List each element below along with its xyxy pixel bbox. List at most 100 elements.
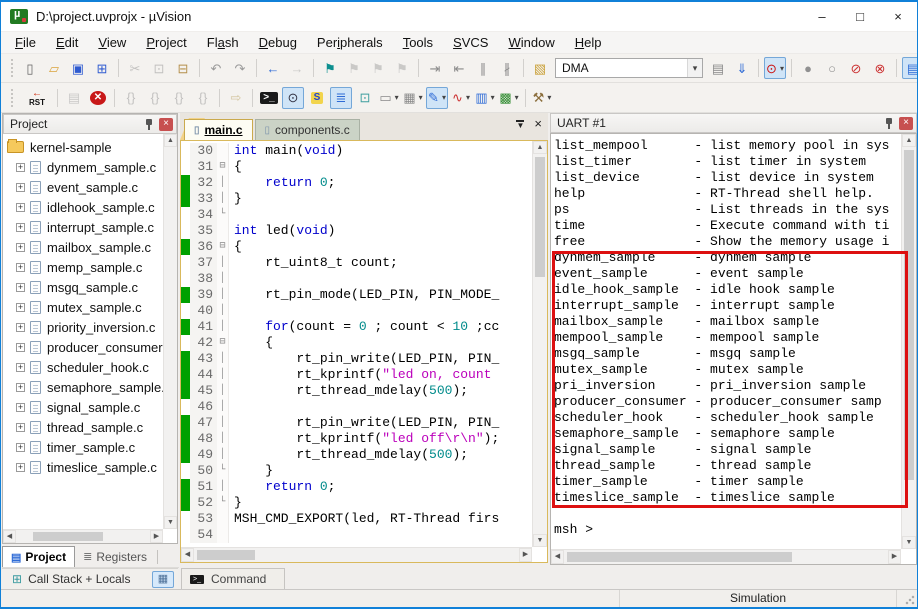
code-line[interactable]: 53 MSH_CMD_EXPORT(led, RT-Thread firs	[181, 511, 532, 527]
tree-root-kernel-sample[interactable]: kernel-sample	[3, 137, 163, 157]
chevron-down-icon[interactable]: ▾	[442, 93, 446, 102]
tree-item-signal_sample-c[interactable]: + signal_sample.c	[3, 397, 163, 417]
code-line[interactable]: 30 int main(void)	[181, 143, 532, 159]
indent-button[interactable]: ⇥	[424, 57, 446, 79]
scroll-right-icon[interactable]: ▶	[888, 550, 901, 564]
code-line[interactable]: 36 ⊟ {	[181, 239, 532, 255]
tree-item-timer_sample-c[interactable]: + timer_sample.c	[3, 437, 163, 457]
chevron-down-icon[interactable]: ▾	[419, 93, 423, 102]
resize-grip-icon[interactable]	[905, 595, 915, 605]
expand-icon[interactable]: +	[16, 362, 25, 372]
code-line[interactable]: 49 │ rt_thread_mdelay(500);	[181, 447, 532, 463]
reset-button[interactable]: ← RST	[22, 87, 52, 109]
scroll-left-icon[interactable]: ◀	[181, 548, 194, 562]
enable-breakpoint-button[interactable]: ○	[821, 57, 843, 79]
scroll-left-icon[interactable]: ◀	[3, 530, 16, 543]
close-document-icon[interactable]: ×	[534, 117, 542, 130]
menu-file[interactable]: File	[5, 32, 46, 54]
run-to-cursor-button[interactable]: {}	[192, 87, 214, 109]
menu-debug[interactable]: Debug	[249, 32, 307, 54]
toolbox-dropdown[interactable]: ⚒ ▾	[531, 87, 553, 109]
next-bookmark-button[interactable]: ⚑	[367, 57, 389, 79]
expand-icon[interactable]: +	[16, 242, 25, 252]
menu-help[interactable]: Help	[565, 32, 612, 54]
kill-all-breakpoints-button[interactable]: ⊗	[869, 57, 891, 79]
redo-button[interactable]: ↷	[229, 57, 251, 79]
registers-window-button[interactable]: ≣	[330, 86, 352, 109]
code-line[interactable]: 45 │ rt_thread_mdelay(500);	[181, 383, 532, 399]
code-line[interactable]: 35 int led(void)	[181, 223, 532, 239]
expand-icon[interactable]: +	[16, 382, 25, 392]
memory-window-icon[interactable]: ▦	[152, 570, 174, 588]
menu-svcs[interactable]: SVCS	[443, 32, 498, 54]
scrollbar-thumb[interactable]	[197, 550, 255, 560]
cut-button[interactable]: ✂	[124, 57, 146, 79]
code-line[interactable]: 54	[181, 527, 532, 543]
code-line[interactable]: 52 └}	[181, 495, 532, 511]
scrollbar-thumb[interactable]	[567, 552, 792, 562]
expand-icon[interactable]: +	[16, 282, 25, 292]
code-line[interactable]: 44 │ rt_kprintf("led on, count	[181, 367, 532, 383]
chevron-down-icon[interactable]: ▾	[466, 93, 470, 102]
scroll-up-icon[interactable]: ▲	[902, 134, 916, 147]
tree-item-mutex_sample-c[interactable]: + mutex_sample.c	[3, 297, 163, 317]
scroll-down-icon[interactable]: ▼	[533, 534, 547, 547]
analysis-windows-dropdown[interactable]: ∿ ▾	[450, 87, 472, 109]
menu-tools[interactable]: Tools	[393, 32, 443, 54]
expand-icon[interactable]: +	[16, 322, 25, 332]
tree-item-interrupt_sample-c[interactable]: + interrupt_sample.c	[3, 217, 163, 237]
serial-windows-dropdown[interactable]: ✎ ▾	[426, 86, 448, 109]
scroll-up-icon[interactable]: ▲	[533, 141, 547, 154]
editor-horizontal-scrollbar[interactable]: ◀ ▶	[181, 547, 532, 562]
fold-marker[interactable]: ⊟	[217, 335, 229, 351]
quick-search-dropdown[interactable]: ⊙ ▾	[764, 57, 786, 79]
editor-tab-components-c[interactable]: ▯ components.c	[254, 119, 360, 140]
tree-item-scheduler_hook-c[interactable]: + scheduler_hook.c	[3, 357, 163, 377]
tree-item-idlehook_sample-c[interactable]: + idlehook_sample.c	[3, 197, 163, 217]
scroll-down-icon[interactable]: ▼	[902, 536, 916, 549]
navigate-forward-button[interactable]: →	[286, 57, 308, 79]
expand-icon[interactable]: +	[16, 202, 25, 212]
code-line[interactable]: 31 ⊟ {	[181, 159, 532, 175]
tree-item-msgq_sample-c[interactable]: + msgq_sample.c	[3, 277, 163, 297]
step-button[interactable]: {}	[120, 87, 142, 109]
unindent-button[interactable]: ⇤	[448, 57, 470, 79]
scroll-right-icon[interactable]: ▶	[150, 530, 163, 543]
watch-windows-dropdown[interactable]: ▭ ▾	[378, 87, 400, 109]
show-next-statement-button[interactable]: ▤	[63, 87, 85, 109]
editor-tab-main-c[interactable]: ▯ main.c	[184, 119, 253, 140]
tree-item-semaphore_sample-c[interactable]: + semaphore_sample.c	[3, 377, 163, 397]
command-window-button[interactable]: >_	[258, 87, 280, 109]
code-line[interactable]: 32 │ return 0;	[181, 175, 532, 191]
tree-item-memp_sample-c[interactable]: + memp_sample.c	[3, 257, 163, 277]
run-button[interactable]: ⇨	[225, 87, 247, 109]
tab-command[interactable]: >_ Command	[181, 568, 285, 589]
minimize-button[interactable]: –	[803, 2, 841, 31]
tab-registers[interactable]: ≣ Registers	[75, 546, 155, 567]
disable-all-breakpoints-button[interactable]: ⊘	[845, 57, 867, 79]
pin-icon[interactable]	[884, 117, 894, 130]
close-button[interactable]: ×	[879, 2, 917, 31]
code-line[interactable]: 48 │ rt_kprintf("led off\r\n");	[181, 431, 532, 447]
code-line[interactable]: 34 └	[181, 207, 532, 223]
scroll-right-icon[interactable]: ▶	[519, 548, 532, 562]
scroll-up-icon[interactable]: ▲	[164, 134, 177, 147]
find-in-files-button[interactable]: ⇓	[731, 57, 753, 79]
fold-marker[interactable]: ⊟	[217, 159, 229, 175]
code-line[interactable]: 46 │	[181, 399, 532, 415]
expand-icon[interactable]: +	[16, 302, 25, 312]
code-line[interactable]: 41 │ for(count = 0 ; count < 10 ;cc	[181, 319, 532, 335]
fold-marker[interactable]: ⊟	[217, 239, 229, 255]
menu-window[interactable]: Window	[498, 32, 564, 54]
comment-button[interactable]: ∥	[472, 57, 494, 79]
menu-flash[interactable]: Flash	[197, 32, 249, 54]
insert-breakpoint-button[interactable]: ●	[797, 57, 819, 79]
callstack-window-button[interactable]: ⊡	[354, 87, 376, 109]
code-line[interactable]: 51 │ return 0;	[181, 479, 532, 495]
project-vertical-scrollbar[interactable]: ▲ ▼	[163, 134, 177, 529]
open-file-button[interactable]: ▱	[43, 57, 65, 79]
chevron-down-icon[interactable]: ▾	[395, 93, 399, 102]
close-icon[interactable]: ×	[899, 116, 913, 130]
scrollbar-thumb[interactable]	[535, 157, 545, 277]
save-all-button[interactable]: ⊞	[91, 57, 113, 79]
